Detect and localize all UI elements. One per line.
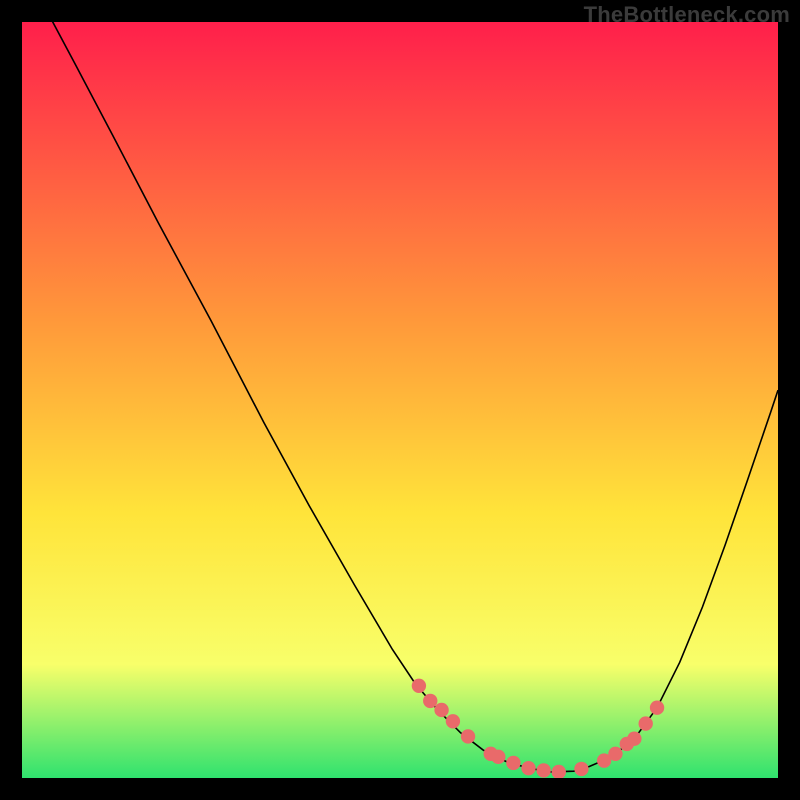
data-dot: [446, 714, 460, 728]
data-dot: [627, 732, 641, 746]
gradient-background: [22, 22, 778, 778]
data-dot: [639, 716, 653, 730]
bottleneck-curve-chart: [22, 22, 778, 778]
data-dot: [650, 701, 664, 715]
watermark-text: TheBottleneck.com: [584, 2, 790, 28]
data-dot: [423, 694, 437, 708]
chart-frame: TheBottleneck.com: [0, 0, 800, 800]
data-dot: [434, 703, 448, 717]
data-dot: [412, 679, 426, 693]
data-dot: [608, 747, 622, 761]
data-dot: [521, 761, 535, 775]
data-dot: [506, 756, 520, 770]
data-dot: [491, 750, 505, 764]
data-dot: [574, 762, 588, 776]
data-dot: [536, 763, 550, 777]
data-dot: [461, 729, 475, 743]
